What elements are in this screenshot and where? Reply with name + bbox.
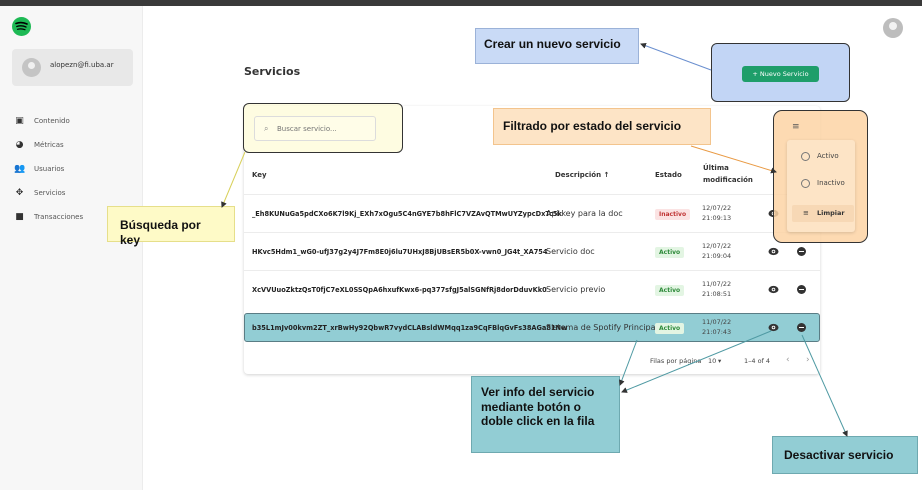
sidebar-item-servicios[interactable]: ✥ Servicios	[14, 187, 134, 201]
view-icon[interactable]	[768, 247, 779, 256]
new-service-button[interactable]: + Nuevo Servicio	[742, 66, 819, 82]
sidebar-item-label: Transacciones	[34, 213, 84, 221]
table-row-selected[interactable]: b35L1mJv00kvm2ZT_xrBwHy92QbwR7vydCLABsld…	[244, 313, 820, 342]
sidebar-item-label: Métricas	[34, 141, 64, 149]
row-key: b35L1mJv00kvm2ZT_xrBwHy92QbwR7vydCLABsld…	[252, 324, 568, 332]
column-header-last-modified-1[interactable]: Última	[703, 164, 729, 172]
status-badge: Activo	[655, 285, 685, 296]
annotation-search: Búsqueda por key	[107, 206, 235, 247]
prev-page-icon[interactable]: ‹	[786, 355, 790, 365]
row-date: 11/07/22	[702, 318, 732, 326]
search-field[interactable]: ⌕	[254, 116, 376, 141]
annotation-create: Crear un nuevo servicio	[475, 28, 639, 64]
spotify-logo-icon[interactable]	[12, 17, 31, 36]
sidebar-item-usuarios[interactable]: 👥 Usuarios	[14, 163, 134, 177]
row-date: 12/07/22	[702, 204, 732, 212]
search-input[interactable]	[277, 123, 372, 135]
metrics-icon: ◕	[15, 140, 24, 150]
table-row[interactable]: HKvc5Hdm1_wG0-ufJ37g2y4J7Fm8E0j6lu7UHxJ8…	[244, 232, 820, 270]
column-header-state[interactable]: Estado	[655, 171, 682, 179]
sidebar-item-label: Usuarios	[34, 165, 65, 173]
filter-option-label: Activo	[817, 152, 839, 160]
sidebar-item-label: Servicios	[34, 189, 66, 197]
status-badge: Activo	[655, 323, 685, 334]
filter-option-label: Inactivo	[817, 179, 845, 187]
deactivate-icon[interactable]	[797, 285, 806, 294]
row-description: Sistema de Spotify Principal	[546, 323, 658, 332]
column-header-key[interactable]: Key	[252, 171, 267, 179]
user-avatar	[22, 58, 41, 77]
pagination-range: 1–4 of 4	[744, 357, 771, 365]
row-description: Api key para la doc	[546, 209, 623, 218]
table-row[interactable]: _Eh8KUNuGa5pdCXo6K7l9Kj_EXh7xOgu5C4nGYE7…	[244, 194, 820, 232]
row-date: 11/07/22	[702, 280, 732, 288]
row-time: 21:08:51	[702, 290, 732, 298]
view-icon[interactable]	[768, 323, 779, 332]
filter-icon[interactable]: ≡	[792, 122, 800, 132]
column-header-description[interactable]: Descripción ↑	[555, 171, 609, 179]
radio-icon[interactable]	[801, 179, 810, 188]
annotation-deactivate: Desactivar servicio	[772, 436, 918, 474]
page-title: Servicios	[244, 65, 301, 78]
user-card[interactable]: alopezn@fi.uba.ar	[12, 49, 133, 86]
row-time: 21:07:43	[702, 328, 732, 336]
content-icon: ▣	[15, 116, 24, 126]
row-description: Servicio previo	[546, 285, 606, 294]
view-icon[interactable]	[768, 285, 779, 294]
rows-per-page-label: Filas por página	[650, 357, 702, 365]
row-description: Servicio doc	[546, 247, 595, 256]
column-header-last-modified-2[interactable]: modificación	[703, 176, 753, 184]
next-page-icon[interactable]: ›	[806, 355, 810, 365]
annotation-view: Ver info del servicio mediante botón o d…	[471, 376, 620, 453]
row-time: 21:09:13	[702, 214, 732, 222]
sidebar-item-metricas[interactable]: ◕ Métricas	[14, 139, 134, 153]
row-key: XcVVUuoZktzQsT0fjC7eXL0SSQpA6hxufKwx6-pq…	[252, 286, 547, 294]
rows-per-page-select[interactable]: 10	[708, 357, 716, 365]
chevron-down-icon[interactable]: ▾	[718, 357, 721, 365]
search-icon: ⌕	[264, 124, 269, 133]
users-icon: 👥	[14, 164, 26, 174]
filter-option-inactive[interactable]: Inactivo	[801, 178, 851, 190]
row-date: 12/07/22	[702, 242, 732, 250]
table-row[interactable]: XcVVUuoZktzQsT0fjC7eXL0SSQpA6hxufKwx6-pq…	[244, 270, 820, 308]
row-time: 21:09:04	[702, 252, 732, 260]
row-key: _Eh8KUNuGa5pdCXo6K7l9Kj_EXh7xOgu5C4nGYE7…	[252, 210, 562, 218]
row-key: HKvc5Hdm1_wG0-ufJ37g2y4J7Fm8E0j6lu7UHxJ8…	[252, 248, 548, 256]
radio-icon[interactable]	[801, 152, 810, 161]
transactions-icon: ■	[15, 212, 24, 222]
profile-avatar-icon[interactable]	[883, 18, 903, 38]
status-badge: Inactivo	[655, 209, 691, 220]
clear-icon: ≡	[803, 209, 809, 217]
sidebar-item-contenido[interactable]: ▣ Contenido	[14, 115, 134, 129]
deactivate-icon[interactable]	[797, 247, 806, 256]
annotation-filter: Filtrado por estado del servicio	[493, 108, 711, 145]
services-icon: ✥	[15, 188, 24, 198]
sidebar-item-label: Contenido	[34, 117, 70, 125]
sidebar: alopezn@fi.uba.ar	[0, 6, 143, 490]
status-badge: Activo	[655, 247, 685, 258]
user-email: alopezn@fi.uba.ar	[50, 61, 114, 69]
clear-filter-button[interactable]: ≡ Limpiar	[792, 205, 854, 222]
deactivate-icon[interactable]	[797, 323, 806, 332]
filter-option-active[interactable]: Activo	[801, 151, 851, 163]
